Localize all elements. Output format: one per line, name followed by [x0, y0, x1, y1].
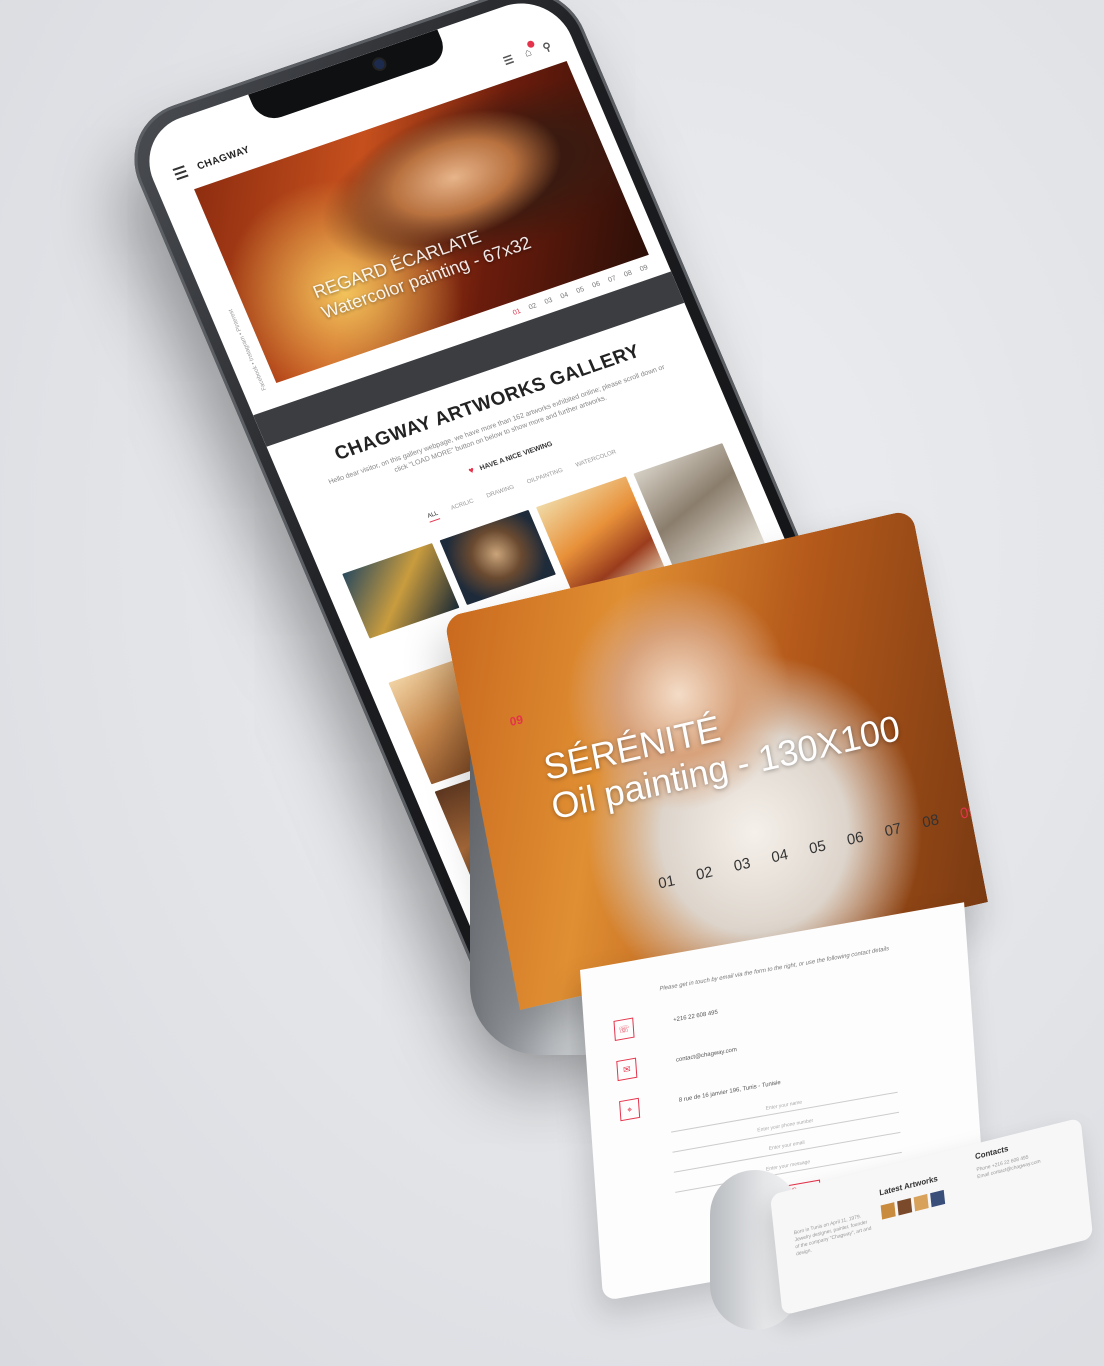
filter-all[interactable]: ALL	[426, 510, 441, 523]
page-scroll-ribbon: 09 SÉRÉNITÉ Oil painting - 130X100 01 02…	[443, 509, 1094, 1330]
pager-item[interactable]: 04	[560, 291, 570, 300]
footer-contacts: Contacts Phone +216 22 608 495 Email con…	[975, 1136, 1041, 1181]
nice-viewing-label: HAVE A NICE VIEWING	[478, 440, 554, 473]
menu-icon[interactable]	[172, 165, 189, 181]
cart-icon[interactable]: ⌂	[523, 39, 536, 60]
pager-item[interactable]: 07	[607, 275, 617, 284]
pager-item-active[interactable]: 09	[959, 802, 979, 822]
pager-item[interactable]: 07	[883, 820, 903, 840]
footer-about: Born in Tunis on April 11, 1979. Jewelry…	[794, 1211, 875, 1258]
camera-icon	[372, 57, 387, 71]
thumb[interactable]	[897, 1198, 913, 1216]
location-icon: ⌖	[619, 1097, 641, 1122]
pager-item[interactable]: 01	[657, 872, 677, 892]
footer-latest: Latest Artworks	[879, 1173, 946, 1220]
pager-item[interactable]: 08	[921, 811, 941, 831]
thumb[interactable]	[880, 1202, 896, 1220]
filter-acrilic[interactable]: ACRILIC	[450, 498, 476, 514]
pager-item[interactable]: 02	[695, 863, 715, 883]
contact-email[interactable]: contact@chagway.com	[676, 1047, 737, 1064]
thumb[interactable]	[913, 1193, 929, 1212]
ribbon-pager: 01 02 03 04 05 06 07 08 09	[657, 802, 978, 892]
heart-icon: ♥	[466, 464, 476, 476]
artwork-tile[interactable]	[439, 509, 556, 606]
search-icon[interactable]: ⚲	[541, 39, 554, 54]
pager-item[interactable]: 05	[808, 837, 828, 857]
mail-icon: ✉	[616, 1057, 638, 1082]
grid-icon[interactable]: ☰	[501, 52, 517, 67]
contact-address: 8 rue de 16 janvier 196, Tunis - Tunisie	[678, 1079, 781, 1104]
thumb[interactable]	[930, 1189, 946, 1208]
pager-item[interactable]: 04	[770, 846, 790, 866]
footer-about-text: Born in Tunis on April 11, 1979. Jewelry…	[793, 1213, 872, 1258]
phone-icon: ☏	[613, 1017, 635, 1042]
ribbon-hero-caption: SÉRÉNITÉ Oil painting - 130X100	[540, 669, 903, 827]
pager-item[interactable]: 01	[512, 308, 522, 317]
pager-item[interactable]: 08	[623, 270, 633, 279]
contact-phone[interactable]: +216 22 608 495	[673, 1010, 718, 1024]
slide-number: 09	[508, 712, 525, 729]
cart-badge	[526, 39, 536, 49]
pager-item[interactable]: 06	[591, 280, 601, 289]
pager-item[interactable]: 06	[846, 829, 866, 849]
pager-item[interactable]: 03	[544, 297, 554, 306]
pager-item[interactable]: 05	[575, 286, 585, 295]
pager-item[interactable]: 09	[639, 264, 649, 273]
artwork-tile[interactable]	[342, 543, 459, 639]
footer-email-label: Email	[976, 1171, 990, 1181]
brand-logo[interactable]: CHAGWAY	[195, 144, 251, 172]
pager-item[interactable]: 02	[528, 302, 538, 311]
pager-item[interactable]: 03	[732, 855, 752, 875]
